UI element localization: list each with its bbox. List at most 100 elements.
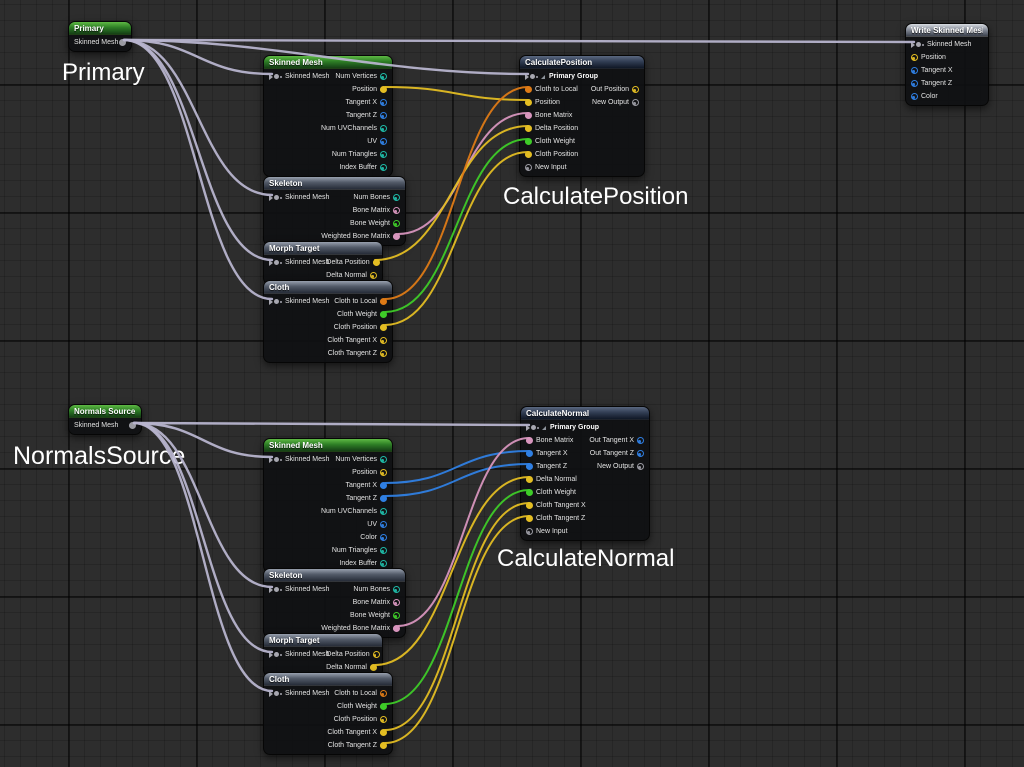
pin-label-skinned-mesh: Skinned Mesh [285,295,329,308]
pin-num-uvchannels-out[interactable] [380,125,387,132]
pin-tangent-z-out[interactable] [380,112,387,119]
pin-uv-out[interactable] [380,138,387,145]
pin-cloth-to-local-out[interactable] [380,690,387,697]
node-skinned-mesh-a[interactable]: Skinned MeshSkinned MeshNum VerticesPosi… [263,55,393,177]
pin-index-buffer-out[interactable] [380,560,387,567]
pin-out-position-out[interactable] [632,86,639,93]
node-write-skinned-mesh[interactable]: Write Skinned MeshSkinned MeshPositionTa… [905,23,989,106]
node-row: Cloth Position [520,148,644,161]
pin-new-output-out[interactable] [637,463,644,470]
pin-cloth-position-out[interactable] [380,716,387,723]
wire-primary-to-write-skinned-mesh[interactable] [124,40,914,42]
pin-label-primary-group: Primary Group [549,70,598,83]
node-row: PositionNew Output [520,96,644,109]
pin-delta-normal-out[interactable] [370,272,377,279]
node-skeleton-b[interactable]: SkeletonSkinned MeshNum BonesBone Matrix… [263,568,406,638]
wire-layer [0,0,1024,767]
node-skinned-mesh-b[interactable]: Skinned MeshSkinned MeshNum VerticesPosi… [263,438,393,573]
node-cloth-a[interactable]: ClothSkinned Mesh Cloth to LocalCloth Wei… [263,280,393,363]
pin-bone-weight-out[interactable] [393,220,400,227]
pin-tangent-z-in[interactable] [911,80,918,87]
comment-normalssource: NormalsSource [13,443,185,471]
node-skeleton-a[interactable]: SkeletonSkinned MeshNum BonesBone Matrix… [263,176,406,246]
row-input-group: Skinned Mesh [269,453,329,466]
node-row: Index Buffer [264,161,392,174]
wire-cloth-position-to-calcpos[interactable] [385,152,528,325]
pin-label-tangent-x: Tangent X [345,96,377,109]
pin-cloth-tangent-z-out[interactable] [380,350,387,357]
wire-tangent-z-to-calcnormal[interactable] [385,464,529,496]
node-header-skeleton-a[interactable]: Skeleton [264,177,405,190]
node-title: Skeleton [269,179,302,188]
pin-bone-matrix-out[interactable] [393,207,400,214]
pin-new-input-in[interactable] [525,164,532,171]
pin-out-tangent-x-out[interactable] [637,437,644,444]
row-output-group: Bone Matrix [353,204,400,217]
node-header-cloth-b[interactable]: Cloth [264,673,392,686]
row-output-group: Cloth Position [334,321,387,334]
pin-out-tangent-z-out[interactable] [637,450,644,457]
graph-canvas[interactable]: Primary CalculatePosition NormalsSource Cal… [0,0,1024,767]
row-output-group: Tangent Z [346,492,387,505]
wire-cloth-weight-to-calcpos[interactable] [385,139,528,312]
wire-tangent-x-to-calcnormal[interactable] [385,451,529,483]
node-row: Tangent X [264,479,392,492]
pin-label-position: Position [352,83,377,96]
node-header-morph-target-a[interactable]: Morph Target [264,242,382,255]
pin-index-buffer-out[interactable] [380,164,387,171]
pin-num-triangles-out[interactable] [380,151,387,158]
row-output-group: Cloth Position [334,713,387,726]
pin-num-bones-out[interactable] [393,586,400,593]
pin-color-in[interactable] [911,93,918,100]
group-expander-icon[interactable] [541,75,545,79]
row-input-group: Skinned Mesh [911,38,971,51]
node-morph-target-a[interactable]: Morph TargetSkinned MeshDelta PositionDe… [263,241,383,285]
node-cloth-b[interactable]: ClothSkinned MeshCloth to LocalCloth Wei… [263,672,393,755]
node-row: Skinned Mesh [69,419,141,432]
pin-position-in[interactable] [911,54,918,61]
pin-label-cloth-to-local: Cloth to Local [334,687,377,700]
pin-label-cloth-weight: Cloth Weight [337,308,377,321]
pin-num-vertices-out[interactable] [380,456,387,463]
pin-position-out[interactable] [380,469,387,476]
node-header-write-skinned-mesh[interactable]: Write Skinned Mesh [906,24,988,37]
pin-color-out[interactable] [380,534,387,541]
pin-label-color: Color [360,531,377,544]
node-normals-source[interactable]: Normals SourceSkinned Mesh [68,404,142,435]
wire-primary-to-cloth-a[interactable] [124,40,272,299]
node-header-primary[interactable]: Primary [69,22,131,35]
node-header-skinned-mesh-b[interactable]: Skinned Mesh [264,439,392,452]
wire-cloth-weight-to-calcnormal[interactable] [385,490,529,704]
row-output-group: Cloth to Local [334,295,387,308]
pin-num-triangles-out[interactable] [380,547,387,554]
pin-num-bones-out[interactable] [393,194,400,201]
node-header-normals-source[interactable]: Normals Source [69,405,141,418]
pin-num-vertices-out[interactable] [380,73,387,80]
pin-bone-matrix-out[interactable] [393,599,400,606]
pin-label-num-uvchannels: Num UVChannels [321,122,377,135]
node-header-calculate-position[interactable]: CalculatePosition [520,56,644,69]
pin-new-output-out[interactable] [632,99,639,106]
group-expander-icon[interactable] [542,426,546,430]
pin-bone-weight-out[interactable] [393,612,400,619]
pin-cloth-tangent-x-out[interactable] [380,337,387,344]
pin-uv-out[interactable] [380,521,387,528]
node-row: New Input [520,161,644,174]
node-primary[interactable]: PrimarySkinned Mesh [68,21,132,52]
node-header-calculate-normal[interactable]: CalculateNormal [521,407,649,420]
wire-normals-source-to-calcnormal-group[interactable] [134,423,529,425]
pin-new-input-in[interactable] [526,528,533,535]
pin-tangent-x-in[interactable] [911,67,918,74]
node-calculate-position[interactable]: CalculatePositionPrimary GroupCloth to L… [519,55,645,177]
pin-delta-position-out[interactable] [373,651,380,658]
pin-tangent-x-out[interactable] [380,99,387,106]
node-calculate-normal[interactable]: CalculateNormalPrimary GroupBone MatrixO… [520,406,650,541]
node-morph-target-b[interactable]: Morph TargetSkinned MeshDelta PositionDe… [263,633,383,677]
node-header-cloth-a[interactable]: Cloth [264,281,392,294]
pin-num-uvchannels-out[interactable] [380,508,387,515]
node-header-morph-target-b[interactable]: Morph Target [264,634,382,647]
object-pin-dot-icon [280,197,282,199]
node-header-skeleton-b[interactable]: Skeleton [264,569,405,582]
node-row: Bone MatrixOut Tangent X [521,434,649,447]
row-output-group: Num Vertices [335,70,387,83]
